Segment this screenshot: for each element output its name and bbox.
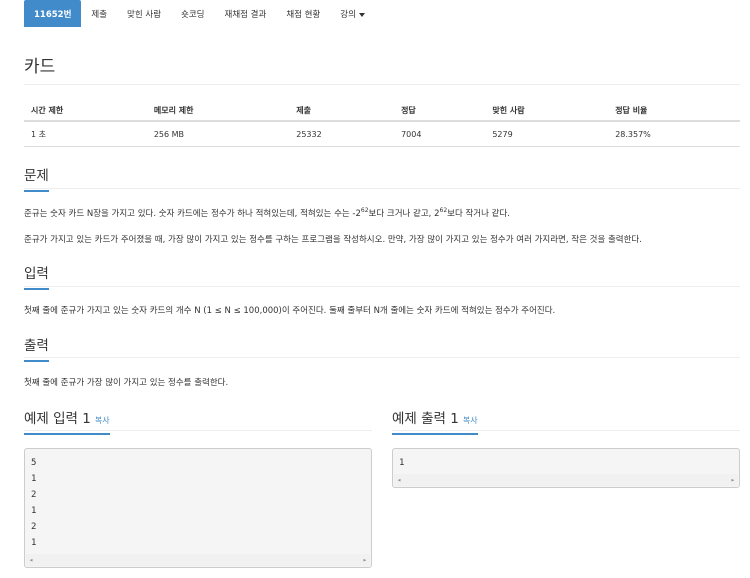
- value-memory-limit: 256 MB: [146, 121, 290, 147]
- sample-output-box[interactable]: 1 ◂ ▸: [392, 448, 740, 488]
- problem-info-table: 시간 제한 메모리 제한 제출 정답 맞힌 사람 정답 비율 1 초 256 M…: [24, 101, 740, 147]
- sample-input-box[interactable]: 5 1 2 1 2 1 ◂ ▸: [24, 448, 372, 568]
- scroll-right-icon[interactable]: ▸: [363, 554, 367, 566]
- header-accept-ratio: 정답 비율: [608, 101, 740, 122]
- section-divider: [24, 286, 740, 287]
- problem-description-1: 준규는 숫자 카드 N장을 가지고 있다. 숫자 카드에는 정수가 하나 적혀있…: [24, 207, 510, 219]
- nav-submit[interactable]: 제출: [81, 0, 117, 27]
- page-title: 카드: [24, 57, 56, 77]
- copy-input-button[interactable]: 복사: [95, 416, 110, 425]
- section-divider: [392, 430, 740, 431]
- value-time-limit: 1 초: [24, 121, 147, 147]
- sample-input-text: 5 1 2 1 2 1: [31, 458, 37, 548]
- input-description: 첫째 줄에 준규가 가지고 있는 숫자 카드의 개수 N (1 ≤ N ≤ 10…: [24, 306, 556, 316]
- table-row: 1 초 256 MB 25332 7004 5279 28.357%: [24, 121, 740, 147]
- section-divider: [24, 357, 740, 358]
- horizontal-scrollbar[interactable]: ◂ ▸: [394, 474, 738, 486]
- nav-rejudge-results[interactable]: 재채점 결과: [215, 0, 277, 27]
- section-divider: [24, 430, 372, 431]
- section-divider: [24, 188, 740, 189]
- horizontal-scrollbar[interactable]: ◂ ▸: [26, 554, 370, 566]
- copy-output-button[interactable]: 복사: [463, 416, 478, 425]
- nav-solved-users[interactable]: 맞힌 사람: [117, 0, 171, 27]
- header-time-limit: 시간 제한: [24, 101, 147, 122]
- nav-lectures-label: 강의: [340, 10, 356, 20]
- nav-status[interactable]: 채점 현황: [276, 0, 330, 27]
- table-header-row: 시간 제한 메모리 제한 제출 정답 맞힌 사람 정답 비율: [24, 101, 740, 122]
- problem-description-2: 준규가 가지고 있는 카드가 주어졌을 때, 가장 많이 가지고 있는 정수를 …: [24, 235, 642, 245]
- title-divider: [24, 84, 740, 85]
- caret-down-icon: [358, 12, 365, 17]
- value-accepted: 7004: [394, 121, 486, 147]
- nav-lectures-dropdown[interactable]: 강의: [330, 0, 375, 27]
- scroll-right-icon[interactable]: ▸: [731, 474, 735, 486]
- scroll-left-icon[interactable]: ◂: [29, 554, 33, 566]
- value-accept-ratio: 28.357%: [608, 121, 740, 147]
- value-submissions: 25332: [289, 121, 395, 147]
- problem-nav: 11652번 제출 맞힌 사람 숏코딩 재채점 결과 채점 현황 강의: [24, 0, 375, 27]
- nav-problem-number[interactable]: 11652번: [24, 0, 82, 27]
- header-submissions: 제출: [289, 101, 395, 122]
- value-solved-users: 5279: [485, 121, 609, 147]
- scroll-left-icon[interactable]: ◂: [397, 474, 401, 486]
- header-accepted: 정답: [394, 101, 486, 122]
- header-memory-limit: 메모리 제한: [146, 101, 290, 122]
- nav-short-coding[interactable]: 숏코딩: [171, 0, 214, 27]
- header-solved-users: 맞힌 사람: [485, 101, 609, 122]
- sample-output-text: 1: [399, 458, 405, 468]
- output-description: 첫째 줄에 준규가 가장 많이 가지고 있는 정수를 출력한다.: [24, 378, 229, 388]
